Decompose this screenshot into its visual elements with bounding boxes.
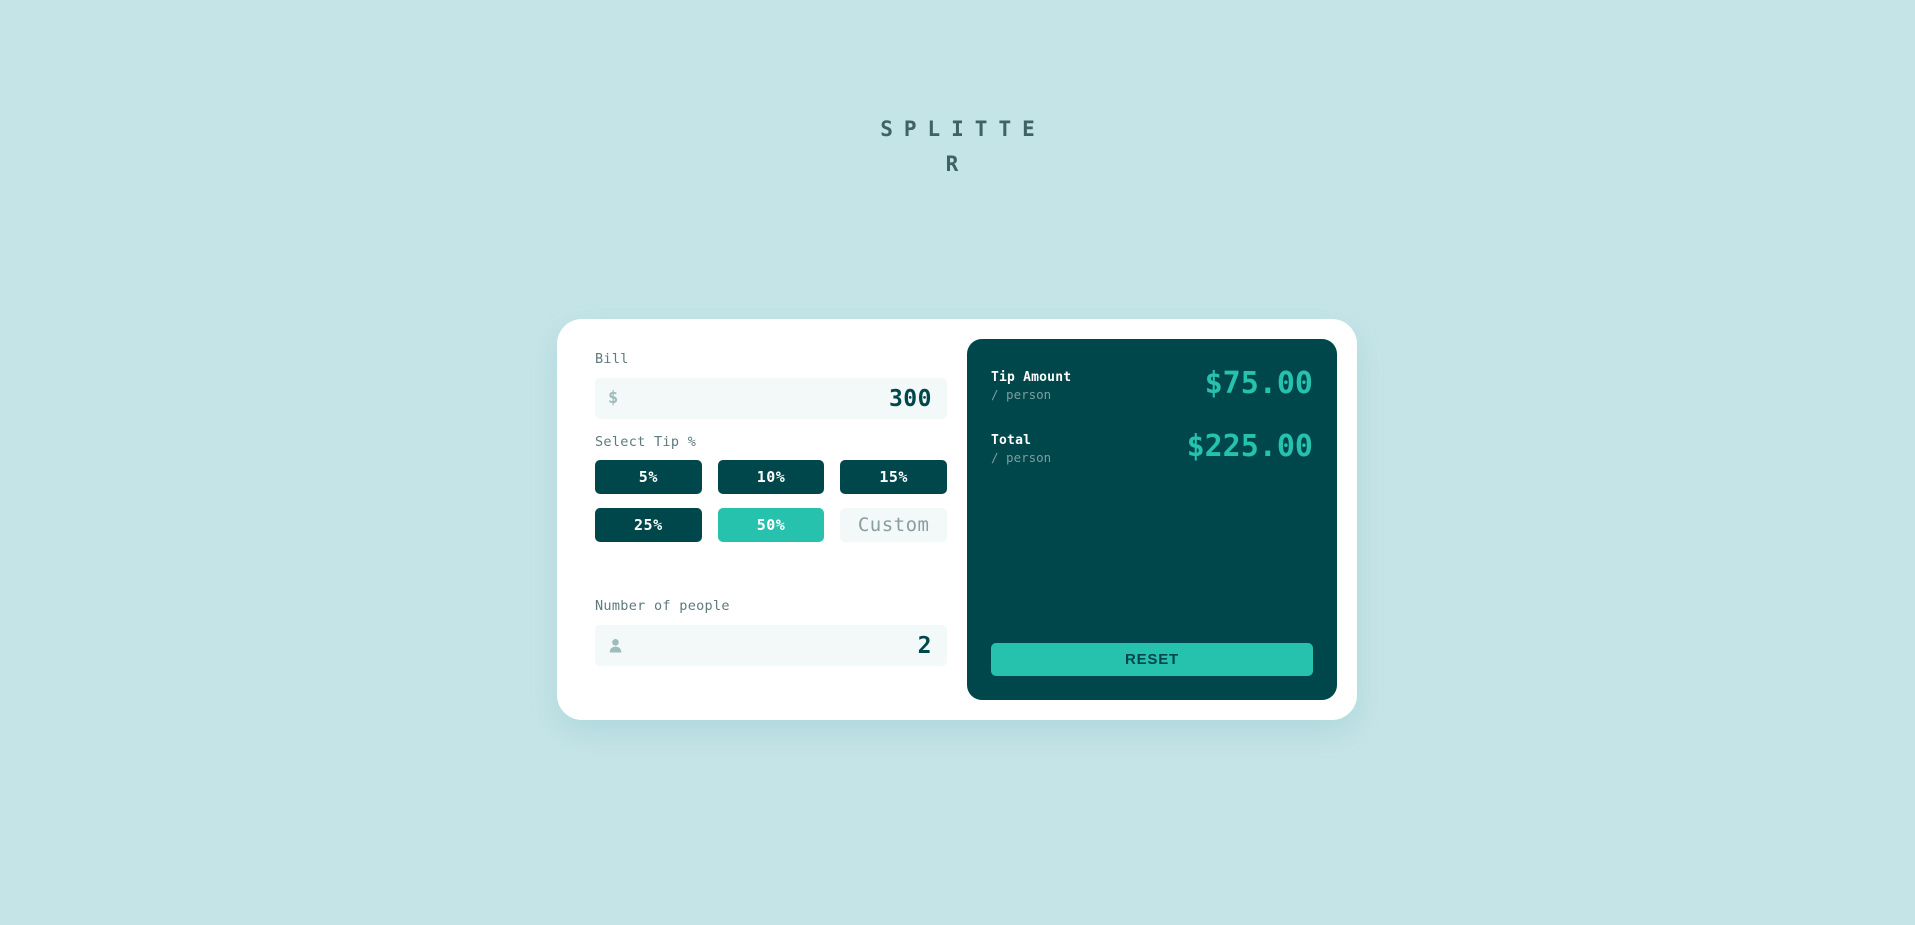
- reset-button[interactable]: RESET: [991, 643, 1313, 676]
- bill-label: Bill: [595, 351, 629, 367]
- result-amount-total: $225.00: [1186, 429, 1313, 464]
- result-title-total: Total: [991, 433, 1032, 448]
- dollar-glyph: $: [608, 388, 619, 408]
- result-labels-tip-amount: Tip Amount / person: [991, 367, 1071, 404]
- tip-button-5[interactable]: 5%: [595, 460, 702, 494]
- bill-input[interactable]: $ 300: [595, 378, 947, 419]
- tip-label: Select Tip %: [595, 434, 697, 450]
- tip-grid: 5% 10% 15% 25% 50% Custom: [595, 460, 947, 542]
- bill-value: 300: [888, 385, 932, 412]
- result-row-tip-amount: Tip Amount / person $75.00: [991, 367, 1313, 404]
- people-input[interactable]: 2: [595, 625, 947, 666]
- tip-custom-input[interactable]: Custom: [840, 508, 947, 542]
- person-icon: [608, 638, 623, 653]
- tip-button-10[interactable]: 10%: [717, 460, 825, 494]
- people-section: Number of people 2: [595, 598, 947, 666]
- results-spacer: [991, 467, 1313, 643]
- dollar-icon: $: [608, 390, 618, 407]
- result-amount-tip-amount: $75.00: [1204, 366, 1313, 401]
- result-row-total: Total / person $225.00: [991, 430, 1313, 467]
- input-column: Bill $ 300 Select Tip % 5% 10% 15% 25% 5…: [577, 339, 947, 700]
- app-title-text: SPLITTER: [880, 117, 1046, 176]
- tip-button-15[interactable]: 15%: [840, 460, 947, 494]
- people-value: 2: [917, 632, 932, 659]
- result-labels-total: Total / person: [991, 430, 1051, 467]
- result-subtitle-tip-amount: / person: [991, 387, 1052, 402]
- calculator-card: Bill $ 300 Select Tip % 5% 10% 15% 25% 5…: [557, 319, 1357, 720]
- result-subtitle-total: / person: [991, 450, 1052, 465]
- app-title: SPLITTER: [0, 112, 1915, 182]
- tip-button-50[interactable]: 50%: [717, 508, 825, 542]
- people-label: Number of people: [595, 598, 730, 614]
- result-title-tip-amount: Tip Amount: [991, 370, 1072, 385]
- tip-button-25[interactable]: 25%: [595, 508, 702, 542]
- results-panel: Tip Amount / person $75.00 Total / perso…: [967, 339, 1337, 700]
